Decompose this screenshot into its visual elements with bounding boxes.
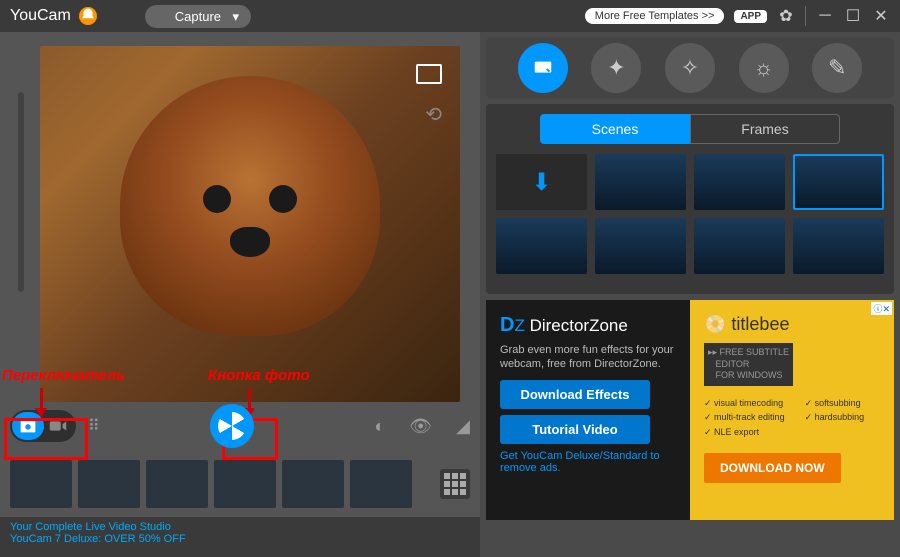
titlebee-features: visual timecodingmulti-track editingNLE … — [704, 396, 880, 439]
scene-thumb[interactable] — [694, 154, 785, 210]
settings-gear-icon[interactable]: ✿ — [777, 7, 795, 25]
scene-thumb[interactable] — [496, 218, 587, 274]
promo-banner[interactable]: Your Complete Live Video Studio YouCam 7… — [0, 517, 480, 557]
thumbnail-strip — [0, 451, 480, 517]
annotation-highlight-box — [4, 418, 88, 460]
titlebee-logo: 📀 titlebee — [704, 314, 880, 335]
divider — [805, 6, 806, 26]
effects-tab-distortion[interactable]: ☼ — [739, 43, 789, 93]
face-beautify-icon[interactable]: ◐ — [374, 416, 385, 437]
annotation-arrow — [40, 388, 43, 416]
notification-bell-icon[interactable] — [79, 7, 97, 25]
more-templates-link[interactable]: More Free Templates >> — [585, 8, 725, 24]
thumbnail[interactable] — [10, 460, 72, 508]
eye-preview-icon[interactable]: 👁 — [409, 416, 432, 437]
titlebee-tagline: ▸▸ FREE SUBTITLE EDITOR FOR WINDOWS — [704, 343, 793, 386]
camera-preview: ⟲ — [40, 46, 460, 402]
effects-tab-draw[interactable]: ✎ — [812, 43, 862, 93]
shutter-button[interactable] — [210, 404, 254, 448]
scene-thumb[interactable] — [595, 154, 686, 210]
thumbnail[interactable] — [146, 460, 208, 508]
tutorial-video-button[interactable]: Tutorial Video — [500, 415, 650, 444]
remove-ads-link[interactable]: Get YouCam Deluxe/Standard to remove ads… — [500, 450, 676, 474]
download-effects-button[interactable]: Download Effects — [500, 380, 650, 409]
rotate-camera-icon[interactable]: ⟲ — [425, 102, 442, 127]
thumbnail[interactable] — [214, 460, 276, 508]
thumbnail[interactable] — [282, 460, 344, 508]
minimize-icon[interactable]: ─ — [816, 7, 834, 25]
app-title: YouCam — [10, 7, 71, 25]
effects-tab-particles[interactable]: ✦ — [591, 43, 641, 93]
app-badge[interactable]: APP — [734, 10, 767, 23]
tab-scenes[interactable]: Scenes — [540, 114, 690, 144]
ad-close-icon[interactable]: ⓘ✕ — [871, 302, 892, 315]
annotation-switcher: Переключатель — [2, 367, 125, 384]
gallery-grid-icon[interactable] — [440, 469, 470, 499]
titlebee-download-button[interactable]: DOWNLOAD NOW — [704, 453, 841, 483]
thumbnail[interactable] — [350, 460, 412, 508]
fullscreen-icon[interactable] — [416, 64, 442, 84]
camera-preview-area: ⟲ Переключатель Кнопка фото — [0, 32, 480, 401]
tab-frames[interactable]: Frames — [690, 114, 840, 144]
zoom-slider[interactable] — [18, 92, 24, 292]
grip-icon[interactable]: ⠿ — [88, 416, 98, 436]
effects-tab-presentation[interactable] — [518, 43, 568, 93]
eraser-icon[interactable]: ◢ — [456, 416, 470, 437]
scene-thumb[interactable] — [595, 218, 686, 274]
effects-tab-filters[interactable]: ✧ — [665, 43, 715, 93]
directorzone-ad: DZ DirectorZone Grab even more fun effec… — [486, 300, 690, 520]
thumbnail[interactable] — [78, 460, 140, 508]
download-more-scenes[interactable]: ⬇ — [496, 154, 587, 210]
scene-thumb[interactable] — [793, 154, 884, 210]
close-icon[interactable]: ✕ — [872, 7, 890, 25]
directorzone-desc: Grab even more fun effects for your webc… — [500, 343, 676, 372]
titlebee-ad[interactable]: ⓘ✕ 📀 titlebee ▸▸ FREE SUBTITLE EDITOR FO… — [690, 300, 894, 520]
annotation-photo-button: Кнопка фото — [208, 367, 310, 384]
maximize-icon[interactable]: ☐ — [844, 7, 862, 25]
scene-thumb[interactable] — [793, 218, 884, 274]
capture-dropdown[interactable]: Capture — [145, 5, 251, 28]
scene-thumb[interactable] — [694, 218, 785, 274]
directorzone-logo: DZ DirectorZone — [500, 314, 676, 337]
